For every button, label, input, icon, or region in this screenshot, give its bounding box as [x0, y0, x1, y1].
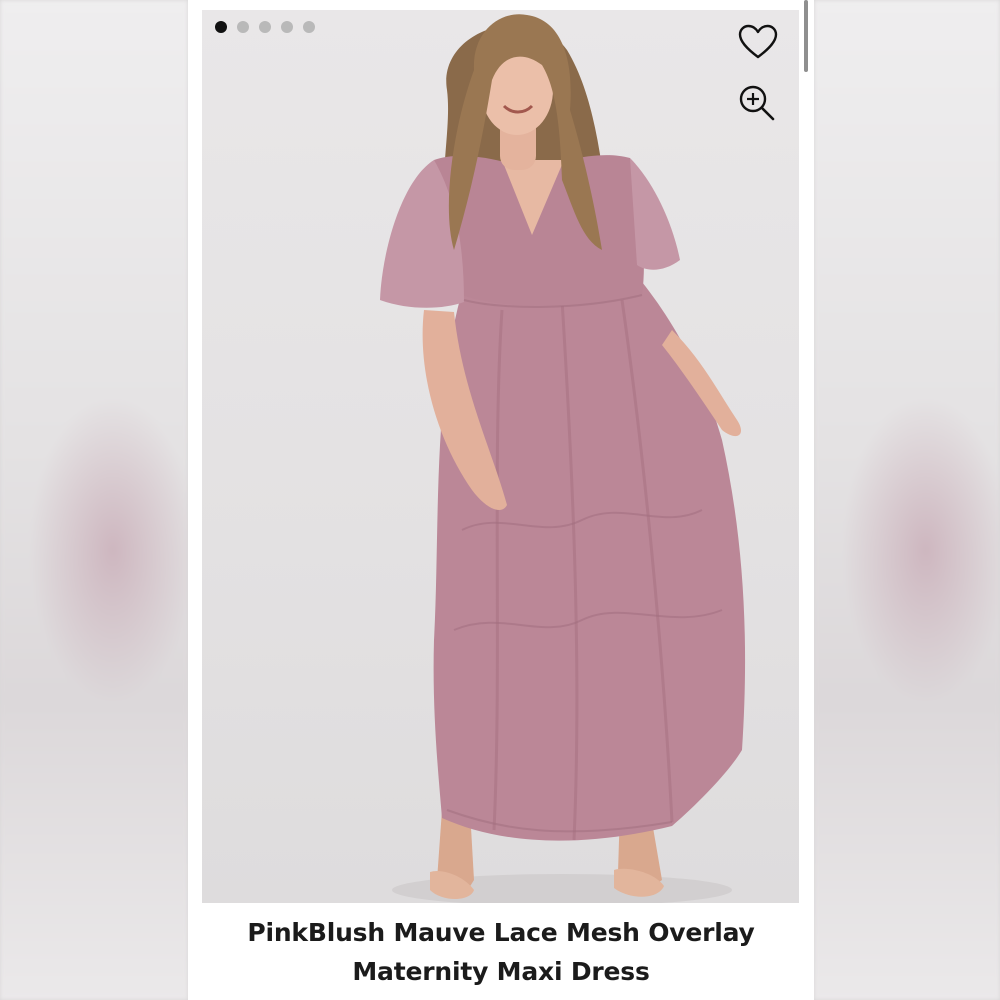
blurred-background-left [0, 0, 188, 1000]
carousel-dot-active[interactable] [215, 21, 227, 33]
zoom-button[interactable] [738, 84, 782, 128]
carousel-dot[interactable] [259, 21, 271, 33]
carousel-indicator [215, 21, 315, 33]
product-title-line-1: PinkBlush Mauve Lace Mesh Overlay [247, 918, 755, 947]
product-card: PinkBlush Mauve Lace Mesh Overlay Matern… [188, 0, 814, 1000]
carousel-dot[interactable] [237, 21, 249, 33]
carousel-dot[interactable] [281, 21, 293, 33]
model-illustration [380, 14, 746, 903]
blurred-background-right [814, 0, 1000, 1000]
heart-icon [738, 24, 778, 59]
zoom-in-icon [739, 85, 775, 121]
product-title: PinkBlush Mauve Lace Mesh Overlay Matern… [188, 913, 814, 991]
favorite-button[interactable] [738, 24, 782, 68]
product-image[interactable] [202, 10, 799, 903]
product-title-line-2: Maternity Maxi Dress [352, 957, 650, 986]
carousel-dot[interactable] [303, 21, 315, 33]
scrollbar[interactable] [804, 0, 808, 72]
